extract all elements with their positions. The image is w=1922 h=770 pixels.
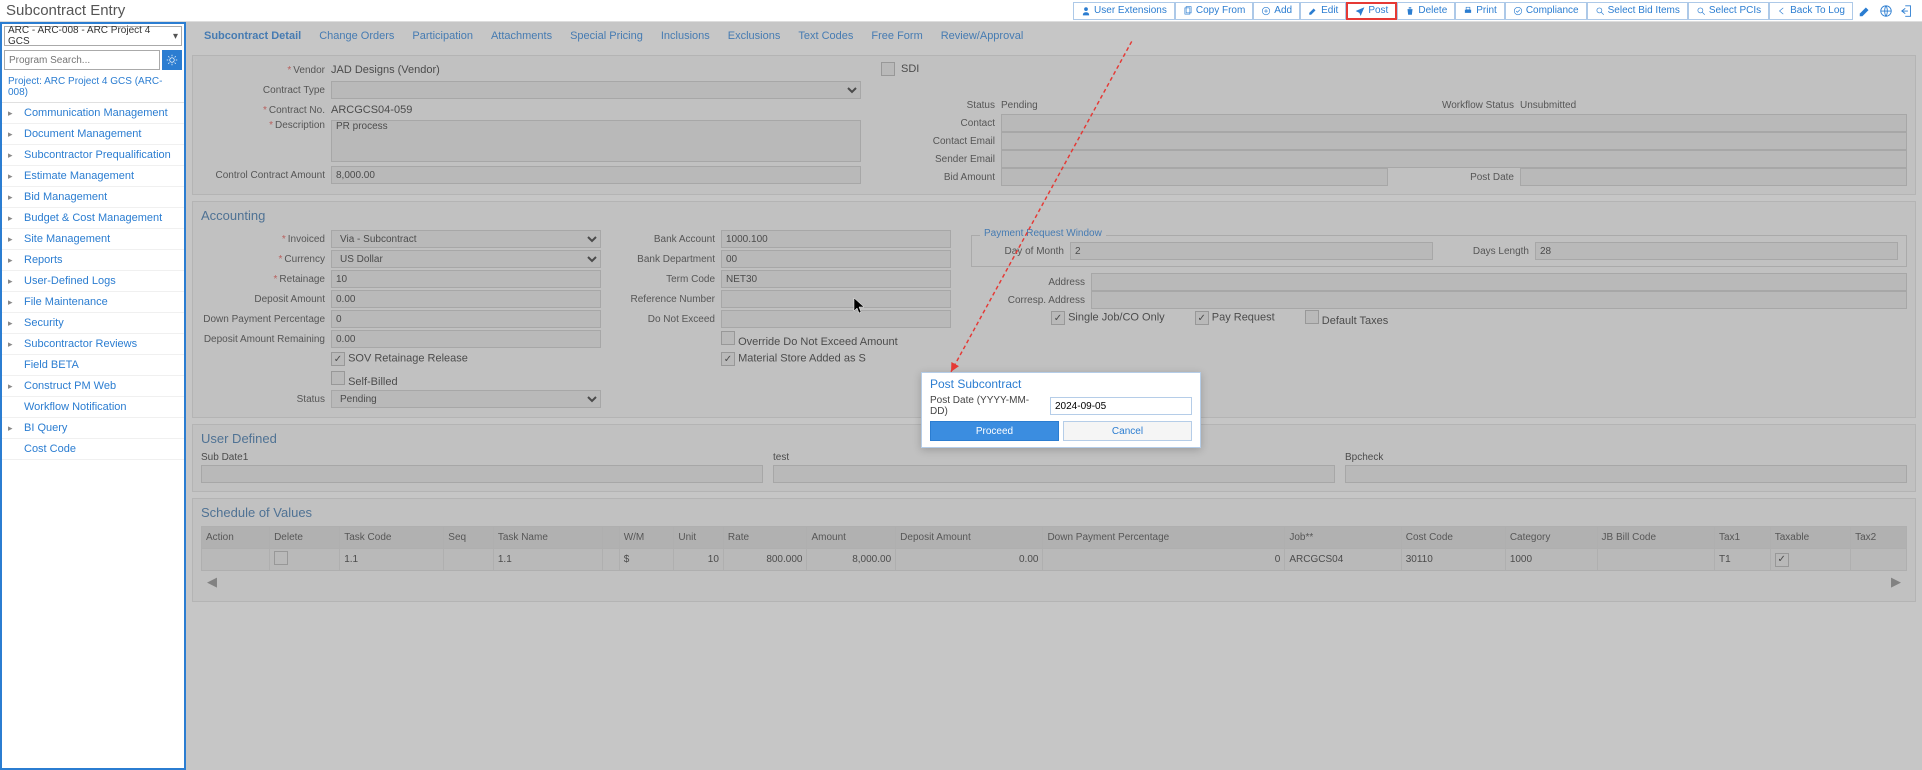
sidebar-item-workflow-notification[interactable]: ▸Workflow Notification — [2, 397, 184, 418]
modal-post-date-input[interactable] — [1050, 397, 1192, 415]
sidebar-item-estimate-management[interactable]: ▸ Estimate Management — [2, 166, 184, 187]
sidebar-item-label: Security — [24, 317, 64, 329]
sidebar-item-label: File Maintenance — [24, 296, 108, 308]
sidebar-item-user-defined-logs[interactable]: ▸ User-Defined Logs — [2, 271, 184, 292]
sidebar-item-subcontractor-prequalification[interactable]: ▸ Subcontractor Prequalification — [2, 145, 184, 166]
sidebar-item-subcontractor-reviews[interactable]: ▸ Subcontractor Reviews — [2, 334, 184, 355]
sidebar-item-label: Subcontractor Prequalification — [24, 149, 171, 161]
caret-icon: ▸ — [8, 423, 18, 434]
sidebar-item-label: BI Query — [24, 422, 67, 434]
post-button[interactable]: Post — [1346, 2, 1397, 20]
sidebar-item-security[interactable]: ▸ Security — [2, 313, 184, 334]
chevron-down-icon: ▾ — [173, 31, 178, 42]
sidebar-item-budget-cost-management[interactable]: ▸ Budget & Cost Management — [2, 208, 184, 229]
logout-icon[interactable] — [1898, 2, 1916, 20]
print-button[interactable]: Print — [1455, 2, 1505, 20]
caret-icon: ▸ — [8, 192, 18, 203]
modal-title: Post Subcontract — [922, 373, 1200, 393]
post-date-label: Post Date (YYYY-MM-DD) — [930, 395, 1046, 417]
select-pcis-button[interactable]: Select PCIs — [1688, 2, 1769, 20]
sidebar-item-label: Estimate Management — [24, 170, 134, 182]
caret-icon: ▸ — [8, 318, 18, 329]
post-subcontract-modal: Post Subcontract Post Date (YYYY-MM-DD) … — [921, 372, 1201, 448]
search-settings-button[interactable] — [162, 50, 182, 70]
user-extensions-button[interactable]: User Extensions — [1073, 2, 1175, 20]
caret-icon: ▸ — [8, 171, 18, 182]
sidebar-item-label: Subcontractor Reviews — [24, 338, 137, 350]
sidebar-item-construct-pm-web[interactable]: ▸ Construct PM Web — [2, 376, 184, 397]
delete-button[interactable]: Delete — [1397, 2, 1455, 20]
sidebar-item-label: User-Defined Logs — [24, 275, 116, 287]
sidebar-item-communication-management[interactable]: ▸ Communication Management — [2, 103, 184, 124]
sidebar-item-label: Field BETA — [24, 359, 79, 371]
sidebar-item-reports[interactable]: ▸ Reports — [2, 250, 184, 271]
caret-icon: ▸ — [8, 255, 18, 266]
edit-icon[interactable] — [1856, 2, 1874, 20]
sidebar-item-cost-code[interactable]: ▸Cost Code — [2, 439, 184, 460]
sidebar-item-label: Communication Management — [24, 107, 168, 119]
sidebar-item-bid-management[interactable]: ▸ Bid Management — [2, 187, 184, 208]
compliance-button[interactable]: Compliance — [1505, 2, 1587, 20]
sidebar-item-label: Document Management — [24, 128, 141, 140]
sidebar-item-site-management[interactable]: ▸ Site Management — [2, 229, 184, 250]
project-dropdown[interactable]: ARC - ARC-008 - ARC Project 4 GCS▾ — [4, 26, 182, 46]
sidebar-item-label: Site Management — [24, 233, 110, 245]
caret-icon: ▸ — [8, 276, 18, 287]
sidebar-item-label: Construct PM Web — [24, 380, 116, 392]
select-bid-items-button[interactable]: Select Bid Items — [1587, 2, 1688, 20]
sidebar-item-label: Workflow Notification — [24, 401, 127, 413]
sidebar-item-label: Cost Code — [24, 443, 76, 455]
caret-icon: ▸ — [8, 381, 18, 392]
sidebar-item-label: Bid Management — [24, 191, 107, 203]
caret-icon: ▸ — [8, 150, 18, 161]
sidebar-item-label: Reports — [24, 254, 63, 266]
caret-icon: ▸ — [8, 234, 18, 245]
proceed-button[interactable]: Proceed — [930, 421, 1059, 441]
content-area: Subcontract DetailChange OrdersParticipa… — [186, 22, 1922, 770]
sidebar-item-document-management[interactable]: ▸ Document Management — [2, 124, 184, 145]
project-label: Project: ARC Project 4 GCS (ARC-008) — [2, 72, 184, 103]
edit-button[interactable]: Edit — [1300, 2, 1346, 20]
globe-icon[interactable] — [1877, 2, 1895, 20]
caret-icon: ▸ — [8, 213, 18, 224]
sidebar-item-field-beta[interactable]: ▸Field BETA — [2, 355, 184, 376]
sidebar-item-bi-query[interactable]: ▸ BI Query — [2, 418, 184, 439]
add-button[interactable]: Add — [1253, 2, 1300, 20]
back-to-log-button[interactable]: Back To Log — [1769, 2, 1853, 20]
caret-icon: ▸ — [8, 108, 18, 119]
program-search-input[interactable] — [4, 50, 160, 70]
toolbar: User Extensions Copy From Add Edit Post … — [1073, 2, 1916, 20]
caret-icon: ▸ — [8, 297, 18, 308]
sidebar: ARC - ARC-008 - ARC Project 4 GCS▾ Proje… — [0, 22, 186, 770]
caret-icon: ▸ — [8, 339, 18, 350]
caret-icon: ▸ — [8, 129, 18, 140]
copy-from-button[interactable]: Copy From — [1175, 2, 1253, 20]
sidebar-item-label: Budget & Cost Management — [24, 212, 162, 224]
sidebar-item-file-maintenance[interactable]: ▸ File Maintenance — [2, 292, 184, 313]
app-header: Subcontract Entry User Extensions Copy F… — [0, 0, 1922, 22]
page-title: Subcontract Entry — [6, 2, 1073, 19]
cancel-button[interactable]: Cancel — [1063, 421, 1192, 441]
